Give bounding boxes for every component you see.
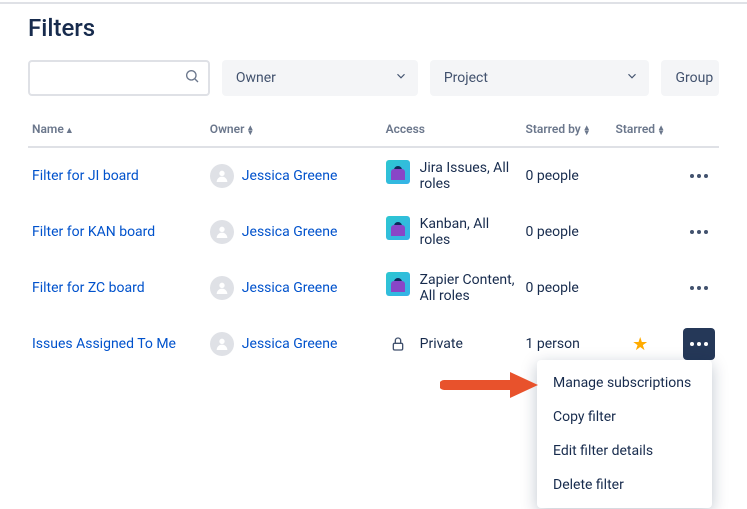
- table-row: Filter for JI board Jessica Greene Jira Is…: [28, 147, 719, 204]
- project-icon: [386, 160, 410, 184]
- owner-link[interactable]: Jessica Greene: [242, 224, 338, 240]
- row-actions-menu: Manage subscriptions Copy filter Edit fi…: [537, 360, 712, 508]
- more-icon: [690, 174, 708, 178]
- row-more-button[interactable]: [683, 216, 715, 248]
- chevron-down-icon: [394, 69, 408, 87]
- owner-link[interactable]: Jessica Greene: [242, 168, 338, 184]
- avatar: [210, 164, 234, 188]
- group-dropdown-label: Group: [675, 70, 713, 86]
- filter-controls: Owner Project Group: [28, 60, 719, 96]
- project-icon: [386, 272, 410, 296]
- access-text: Jira Issues, All roles: [420, 160, 518, 192]
- search-input-wrapper[interactable]: [28, 60, 210, 96]
- owner-dropdown-label: Owner: [236, 70, 276, 86]
- sort-dual-icon: ▲▼: [657, 125, 665, 135]
- search-input[interactable]: [30, 70, 208, 86]
- row-more-button[interactable]: [683, 160, 715, 192]
- menu-copy-filter[interactable]: Copy filter: [537, 400, 712, 434]
- col-owner[interactable]: Owner▲▼: [206, 116, 382, 147]
- owner-link[interactable]: Jessica Greene: [242, 336, 338, 352]
- chevron-down-icon: [625, 69, 639, 87]
- starred-by-text: 0 people: [522, 147, 612, 204]
- filter-name-link[interactable]: Issues Assigned To Me: [32, 336, 176, 352]
- filter-name-link[interactable]: Filter for JI board: [32, 168, 139, 184]
- filters-table: Name▲ Owner▲▼ Access Starred by▲▼ Starre…: [28, 116, 719, 372]
- avatar: [210, 276, 234, 300]
- more-icon: [690, 342, 708, 346]
- col-starred-by[interactable]: Starred by▲▼: [522, 116, 612, 147]
- more-icon: [690, 286, 708, 290]
- col-access: Access: [382, 116, 522, 147]
- avatar: [210, 220, 234, 244]
- starred-by-text: 0 people: [522, 260, 612, 316]
- project-dropdown-label: Project: [444, 70, 488, 86]
- star-icon[interactable]: ★: [632, 334, 648, 355]
- table-row: Filter for KAN board Jessica Greene Kanban…: [28, 204, 719, 260]
- row-more-button[interactable]: [683, 328, 715, 360]
- menu-manage-subscriptions[interactable]: Manage subscriptions: [537, 366, 712, 400]
- more-icon: [690, 230, 708, 234]
- project-dropdown[interactable]: Project: [430, 60, 650, 96]
- page-title: Filters: [28, 14, 719, 42]
- access-text: Kanban, All roles: [420, 216, 518, 248]
- sort-asc-icon: ▲: [65, 126, 74, 136]
- access-text: Zapier Content, All roles: [420, 272, 518, 304]
- row-more-button[interactable]: [683, 272, 715, 304]
- filter-name-link[interactable]: Filter for ZC board: [32, 280, 145, 296]
- avatar: [210, 332, 234, 356]
- owner-dropdown[interactable]: Owner: [222, 60, 418, 96]
- search-icon: [184, 68, 200, 88]
- menu-delete-filter[interactable]: Delete filter: [537, 468, 712, 502]
- table-row: Filter for ZC board Jessica Greene Zapier …: [28, 260, 719, 316]
- starred-by-text: 0 people: [522, 204, 612, 260]
- col-starred[interactable]: Starred▲▼: [612, 116, 669, 147]
- col-name[interactable]: Name▲: [28, 116, 206, 147]
- owner-link[interactable]: Jessica Greene: [242, 280, 338, 296]
- access-text: Private: [420, 336, 463, 352]
- group-dropdown[interactable]: Group: [661, 60, 719, 96]
- project-icon: [386, 216, 410, 240]
- sort-dual-icon: ▲▼: [246, 125, 254, 135]
- annotation-arrow: [440, 370, 540, 404]
- menu-edit-filter-details[interactable]: Edit filter details: [537, 434, 712, 468]
- lock-icon: [386, 336, 410, 352]
- sort-dual-icon: ▲▼: [583, 125, 591, 135]
- filter-name-link[interactable]: Filter for KAN board: [32, 224, 155, 240]
